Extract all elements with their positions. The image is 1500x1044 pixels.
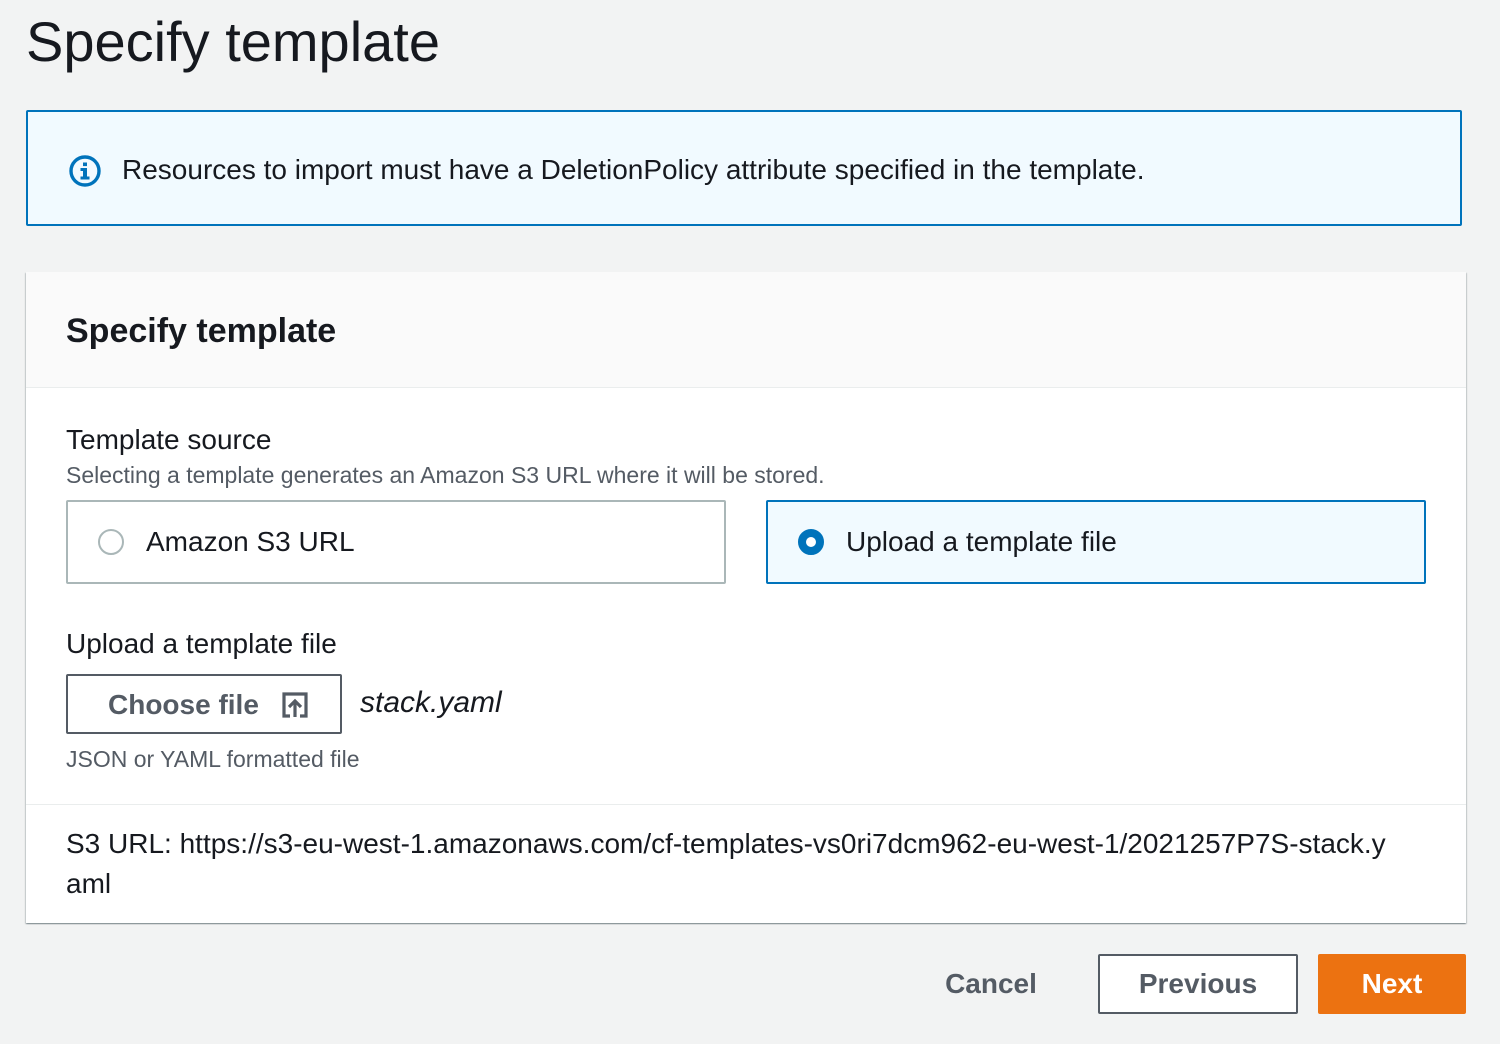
panel-title: Specify template — [66, 312, 337, 350]
next-button[interactable]: Next — [1318, 954, 1466, 1014]
radio-upload-template-file[interactable] — [798, 529, 824, 555]
upload-template-label: Upload a template file — [66, 628, 337, 659]
file-constraint-text: JSON or YAML formatted file — [66, 746, 360, 772]
choose-file-button[interactable]: Choose file — [66, 674, 342, 734]
radio-amazon-s3-url[interactable] — [98, 529, 124, 555]
option-label: Upload a template file — [846, 526, 1117, 557]
panel-header: Specify template — [26, 272, 1466, 388]
template-source-label: Template source — [66, 424, 272, 455]
panel-divider — [26, 804, 1466, 805]
upload-icon — [282, 692, 308, 718]
page-title: Specify template — [26, 10, 440, 73]
alert-message: Resources to import must have a Deletion… — [122, 154, 1145, 185]
option-upload-template-file[interactable]: Upload a template file — [766, 500, 1426, 584]
template-source-description: Selecting a template generates an Amazon… — [66, 462, 825, 488]
choose-file-label: Choose file — [108, 689, 259, 720]
specify-template-panel: Specify template Template source Selecti… — [26, 272, 1466, 923]
s3-url-text: S3 URL: https://s3-eu-west-1.amazonaws.c… — [66, 828, 1386, 899]
info-icon — [69, 155, 101, 187]
selected-filename: stack.yaml — [360, 686, 502, 719]
info-alert: Resources to import must have a Deletion… — [26, 110, 1462, 226]
cancel-button[interactable]: Cancel — [930, 954, 1052, 1014]
previous-button[interactable]: Previous — [1098, 954, 1298, 1014]
option-amazon-s3-url[interactable]: Amazon S3 URL — [66, 500, 726, 584]
option-label: Amazon S3 URL — [146, 526, 355, 557]
